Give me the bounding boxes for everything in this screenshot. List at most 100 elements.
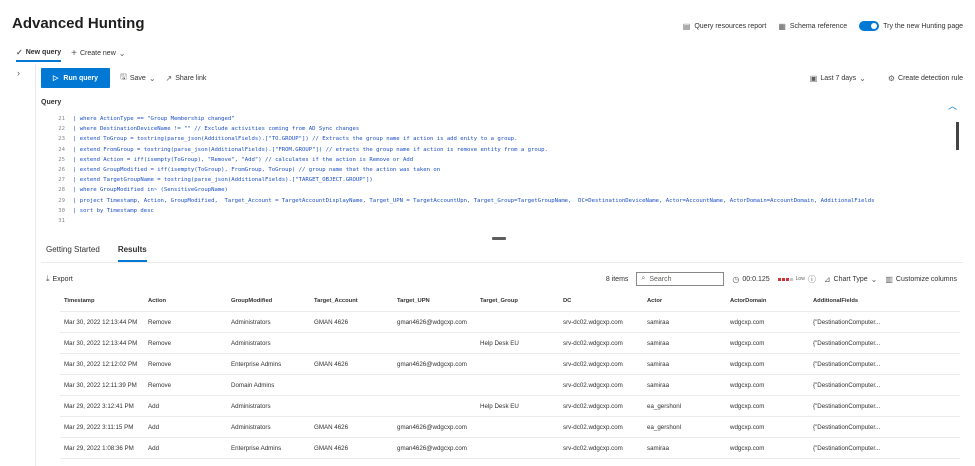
- query-label: Query: [41, 99, 62, 106]
- share-link-button[interactable]: ↗ Share link: [166, 74, 207, 83]
- column-header[interactable]: DC: [559, 298, 643, 304]
- table-cell: samiraa: [647, 339, 670, 347]
- tab-new-query[interactable]: ✓ New query: [16, 48, 62, 62]
- timer-icon: ◷: [732, 274, 740, 284]
- divider: [41, 262, 963, 263]
- schema-label: Schema reference: [789, 22, 848, 30]
- time-range-dropdown[interactable]: ▣ Last 7 days ⌄: [810, 74, 866, 83]
- customize-label: Customize columns: [895, 275, 957, 283]
- save-button[interactable]: 🖫 Save ⌄: [120, 71, 156, 85]
- results-toolbar: ⤓ Export 8 items ⌕ Search ◷ 00:0.125 Low…: [46, 271, 957, 287]
- page-title: Advanced Hunting: [12, 15, 145, 32]
- search-input[interactable]: ⌕ Search: [636, 272, 725, 286]
- code-line: 29 | project Timestamp, Action, GroupModi…: [41, 196, 959, 206]
- query-editor[interactable]: 21 | where ActionType == "Group Membershi…: [41, 114, 959, 238]
- table-cell: wdgcxp.com: [730, 360, 765, 368]
- table-cell: GMAN 4626: [314, 360, 349, 368]
- try-new-label: Try the new Hunting page: [883, 22, 963, 30]
- table-cell: Remove: [148, 339, 172, 347]
- table-cell: Administrators: [231, 318, 271, 326]
- create-rule-label: Create detection rule: [898, 74, 963, 82]
- table-cell: {"DestinationComputer...: [813, 360, 881, 368]
- column-header[interactable]: Action: [144, 298, 227, 304]
- column-header[interactable]: Timestamp: [60, 298, 144, 304]
- editor-scrollbar[interactable]: [956, 122, 959, 150]
- column-header[interactable]: Target_UPN: [393, 298, 476, 304]
- try-new-toggle[interactable]: Try the new Hunting page: [859, 21, 963, 31]
- chevron-up-icon[interactable]: ︿: [948, 99, 957, 112]
- query-toolbar: ▷ Run query 🖫 Save ⌄ ↗ Share link ▣ Last…: [41, 68, 963, 88]
- chevron-down-icon: ⌄: [870, 274, 878, 284]
- column-header[interactable]: Target_Group: [476, 298, 559, 304]
- code-line: 31: [41, 216, 959, 226]
- column-header[interactable]: ActorDomain: [726, 298, 809, 304]
- table-row[interactable]: Mar 29, 2022 3:11:15 PM Add Administrators…: [60, 417, 960, 438]
- chevron-right-icon[interactable]: ›: [17, 68, 20, 78]
- code-line: 22 | where DestinationDeviceName != "" //…: [41, 124, 959, 134]
- table-row[interactable]: Mar 30, 2022 12:12:02 PM Remove Enterprise…: [60, 354, 960, 375]
- create-new-label: Create new: [79, 50, 116, 57]
- column-header[interactable]: AdditionalFields: [809, 298, 939, 304]
- table-cell: Remove: [148, 360, 172, 368]
- table-cell: srv-dc02.wdgcxp.com: [563, 444, 623, 452]
- panel-resize-handle[interactable]: [492, 237, 506, 240]
- tab-results[interactable]: Results: [117, 245, 147, 262]
- line-number: 28: [58, 187, 65, 194]
- export-button[interactable]: ⤓ Export: [46, 274, 73, 284]
- table-cell: wdgcxp.com: [730, 444, 765, 452]
- time-range-label: Last 7 days: [820, 74, 857, 82]
- table-cell: Help Desk EU: [480, 402, 519, 410]
- code-text: | where DestinationDeviceName != "" // E…: [73, 126, 360, 133]
- table-row[interactable]: Mar 29, 2022 3:12:41 PM Add Administrators…: [60, 396, 960, 417]
- schema-reference-link[interactable]: ▦ Schema reference: [778, 22, 847, 31]
- toolbar-right: ▣ Last 7 days ⌄ ⚙ Create detection rule: [800, 74, 963, 83]
- table-cell: {"DestinationComputer...: [813, 339, 881, 347]
- table-cell: samiraa: [647, 444, 670, 452]
- table-cell: wdgcxp.com: [730, 402, 765, 410]
- table-row[interactable]: Mar 29, 2022 1:08:36 PM Add Enterprise Adm…: [60, 438, 960, 459]
- chart-type-dropdown[interactable]: ⊿ Chart Type ⌄: [824, 275, 878, 284]
- table-cell: wdgcxp.com: [730, 339, 765, 347]
- column-header[interactable]: Actor: [643, 298, 726, 304]
- chevron-down-icon: ⌄: [118, 49, 126, 58]
- code-line: 25 | extend Action = iff(isempty(ToGroup)…: [41, 155, 959, 165]
- schema-icon: ▦: [778, 21, 786, 31]
- table-cell: Administrators: [231, 339, 271, 347]
- table-row[interactable]: Mar 30, 2022 12:11:39 PM Remove Domain Adm…: [60, 375, 960, 396]
- table-cell: gman4626@wdgcxp.com: [397, 318, 467, 326]
- resource-usage[interactable]: Low ⓘ: [777, 274, 816, 285]
- query-time: ◷ 00:0.125: [732, 275, 769, 284]
- query-resources-link[interactable]: ▤ Query resources report: [683, 22, 767, 31]
- chart-type-label: Chart Type: [833, 275, 868, 283]
- column-header[interactable]: Target_Account: [310, 298, 393, 304]
- table-row[interactable]: Mar 30, 2022 12:13:44 PM Remove Administra…: [60, 333, 960, 354]
- table-cell: Mar 29, 2022 3:11:15 PM: [64, 423, 134, 431]
- table-cell: srv-dc02.wdgcxp.com: [563, 339, 623, 347]
- table-header-row: Timestamp Action GroupModified Target_Accou…: [60, 290, 960, 312]
- line-number: 27: [58, 177, 65, 184]
- column-header[interactable]: GroupModified: [227, 298, 310, 304]
- customize-columns-button[interactable]: ▥ Customize columns: [885, 275, 957, 284]
- table-row[interactable]: Mar 30, 2022 12:13:44 PM Remove Administra…: [60, 312, 960, 333]
- table-cell: gman4626@wdgcxp.com: [397, 360, 467, 368]
- search-placeholder: Search: [649, 275, 672, 283]
- code-text: | where ActionType == "Group Membership …: [73, 116, 235, 122]
- save-icon: 🖫: [120, 72, 127, 81]
- table-cell: gman4626@wdgcxp.com: [397, 423, 467, 431]
- run-query-button[interactable]: ▷ Run query: [41, 68, 111, 88]
- info-icon: ⓘ: [807, 274, 816, 284]
- table-cell: wdgcxp.com: [730, 423, 765, 431]
- plus-icon: +: [71, 48, 77, 59]
- create-detection-rule-button[interactable]: ⚙ Create detection rule: [888, 74, 963, 83]
- code-line: 28 | where GroupModified in~ (SensitiveGr…: [41, 185, 959, 195]
- code-text: | sort by Timestamp desc: [73, 207, 154, 214]
- tab-getting-started[interactable]: Getting Started: [46, 245, 100, 262]
- table-cell: Remove: [148, 381, 172, 389]
- results-tabs: Getting Started Results: [46, 245, 147, 262]
- toggle-icon[interactable]: [859, 21, 880, 31]
- code-text: | where GroupModified in~ (SensitiveGrou…: [73, 187, 228, 194]
- create-new-button[interactable]: + Create new ⌄: [71, 49, 125, 61]
- table-cell: Mar 30, 2022 12:11:39 PM: [64, 381, 137, 389]
- table-cell: {"DestinationComputer...: [813, 402, 881, 410]
- line-number: 21: [58, 116, 65, 122]
